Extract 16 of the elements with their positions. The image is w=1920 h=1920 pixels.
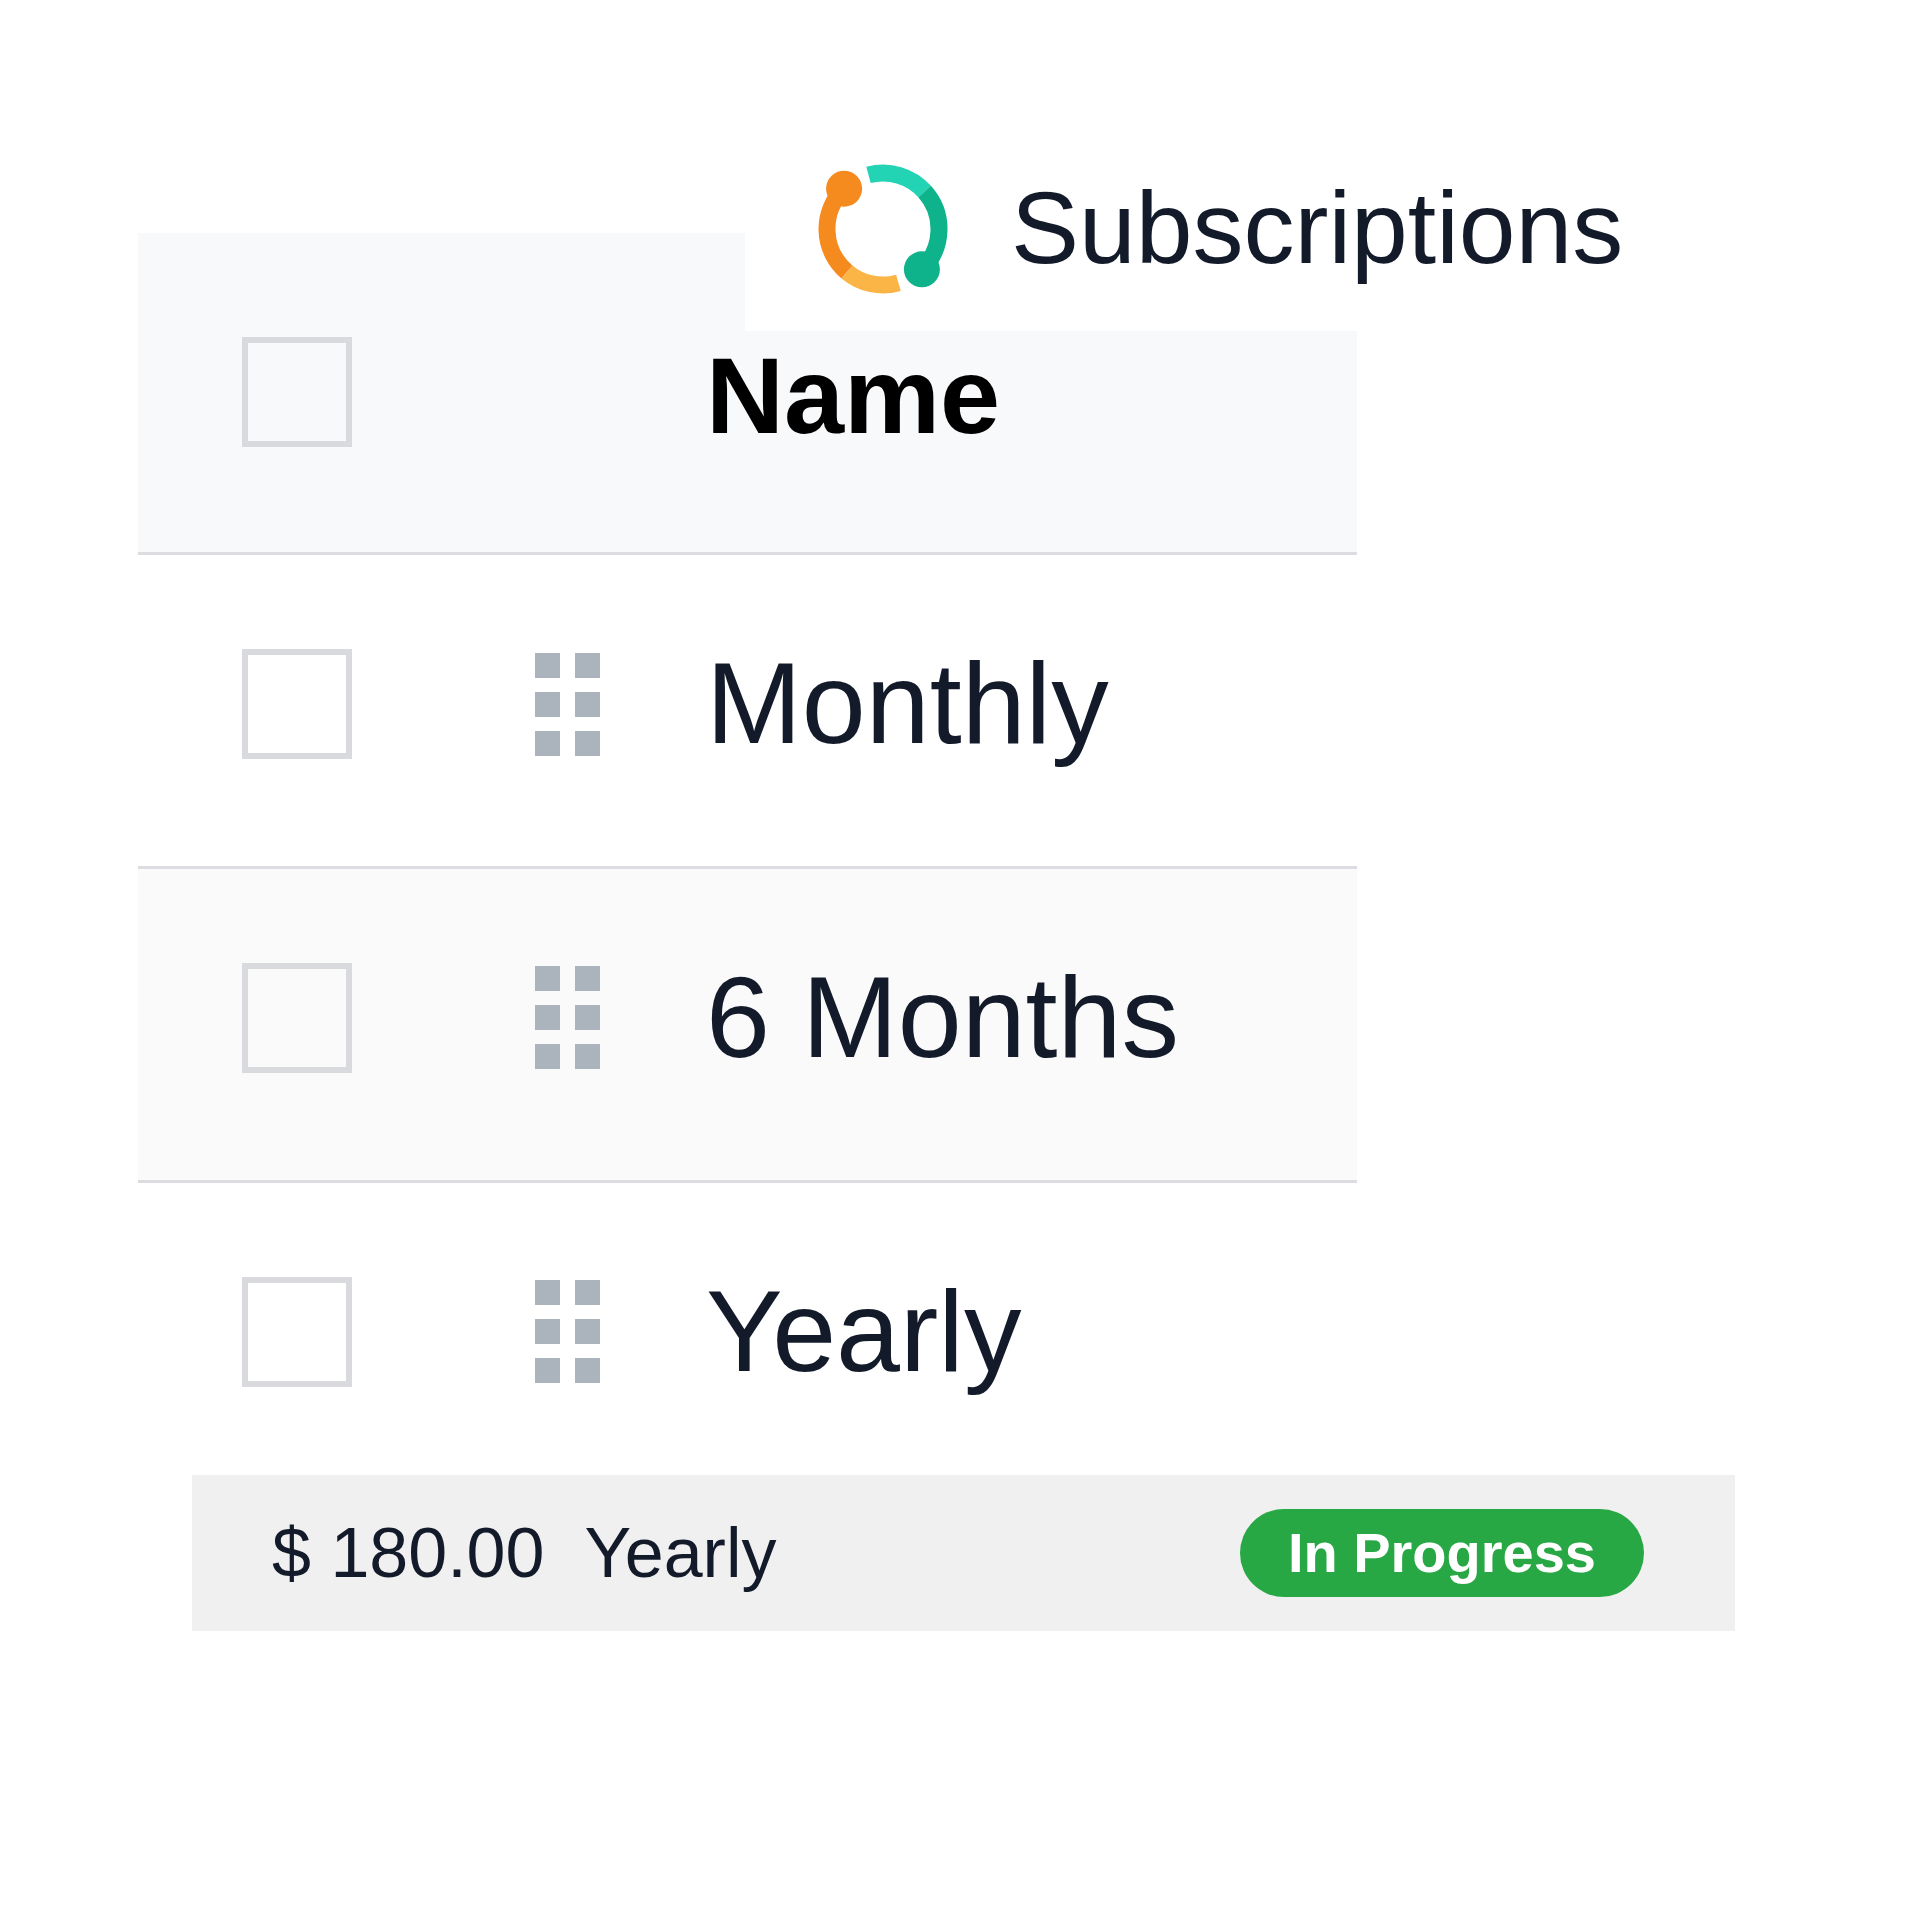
period-text: Yearly <box>584 1512 777 1594</box>
drag-handle-icon[interactable] <box>535 1280 600 1384</box>
select-all-checkbox[interactable] <box>242 337 352 447</box>
subscription-name: Yearly <box>706 1265 1022 1397</box>
subscription-name: Monthly <box>706 638 1109 770</box>
row-checkbox[interactable] <box>242 649 352 760</box>
column-header[interactable]: Name <box>706 334 1001 459</box>
table-row[interactable]: 6 Months <box>138 868 1357 1183</box>
subscription-name: 6 Months <box>706 951 1180 1083</box>
price-text: $ 180.00 <box>272 1512 545 1594</box>
page-title: Subscriptions <box>1011 169 1624 287</box>
drag-handle-icon[interactable] <box>535 966 600 1070</box>
row-checkbox[interactable] <box>242 1276 352 1387</box>
row-checkbox[interactable] <box>242 962 352 1073</box>
drag-handle-icon[interactable] <box>535 652 600 756</box>
status-badge: In Progress <box>1239 1509 1644 1598</box>
